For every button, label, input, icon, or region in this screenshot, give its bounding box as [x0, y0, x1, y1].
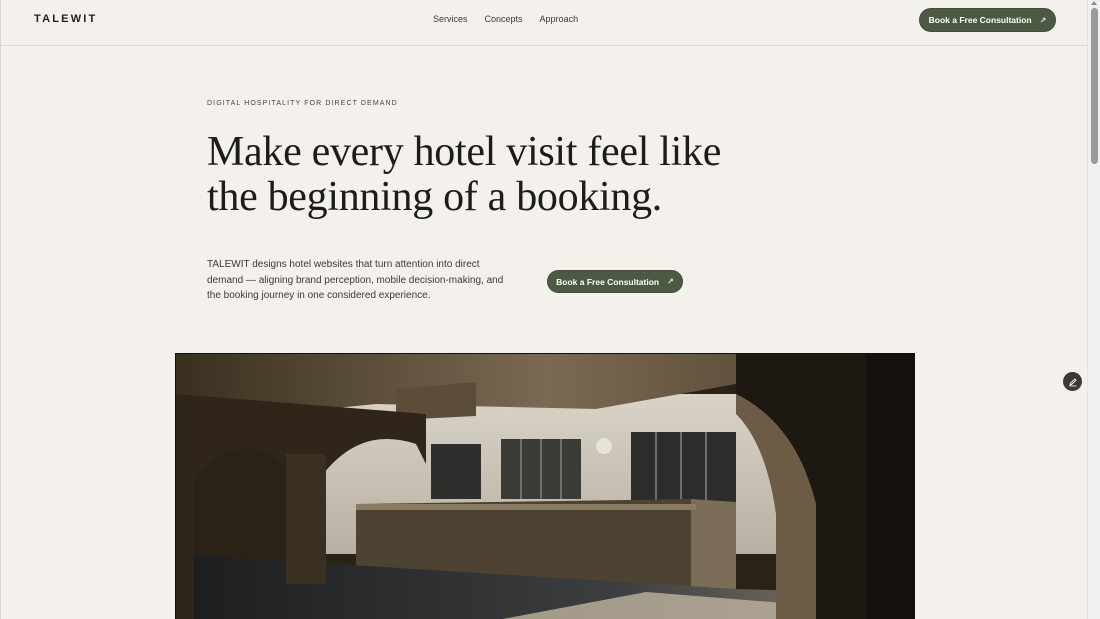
arrow-up-right-icon: ↗ [1039, 15, 1047, 25]
site-logo[interactable]: TALEWIT [34, 13, 97, 25]
hero-photo-illustration [176, 354, 914, 619]
hero-eyebrow: DIGITAL HOSPITALITY FOR DIRECT DEMAND [207, 100, 398, 107]
nav-link-approach[interactable]: Approach [540, 14, 579, 24]
header-consultation-button[interactable]: Book a Free Consultation ↗ [919, 8, 1056, 32]
edit-fab-button[interactable] [1063, 372, 1082, 391]
nav-link-concepts[interactable]: Concepts [485, 14, 523, 24]
arrow-up-right-icon: ↗ [667, 277, 674, 286]
hero-headline-line-2: the beginning of a booking. [207, 174, 662, 220]
header-consultation-label: Book a Free Consultation [928, 15, 1032, 25]
nav-link-services[interactable]: Services [433, 14, 468, 24]
pencil-icon [1068, 377, 1077, 386]
scrollbar-thumb[interactable] [1091, 8, 1098, 164]
hero-consultation-label: Book a Free Consultation [556, 276, 660, 287]
site-header: TALEWIT Services Concepts Approach Book … [1, 0, 1088, 46]
hero-intro-text: TALEWIT designs hotel websites that turn… [207, 259, 504, 301]
hero-headline-line-1: Make every hotel visit feel like [207, 129, 722, 175]
hero-consultation-button[interactable]: Book a Free Consultation ↗ [547, 270, 683, 293]
main-nav: Services Concepts Approach [433, 14, 595, 24]
vertical-scrollbar[interactable] [1087, 0, 1100, 619]
browser-viewport: TALEWIT Services Concepts Approach Book … [0, 0, 1100, 619]
hero-image [175, 353, 915, 619]
hero-headline: Make every hotel visit feel like the beg… [207, 130, 767, 220]
scroll-up-arrow-icon[interactable] [1091, 1, 1097, 5]
page: TALEWIT Services Concepts Approach Book … [0, 0, 1088, 619]
